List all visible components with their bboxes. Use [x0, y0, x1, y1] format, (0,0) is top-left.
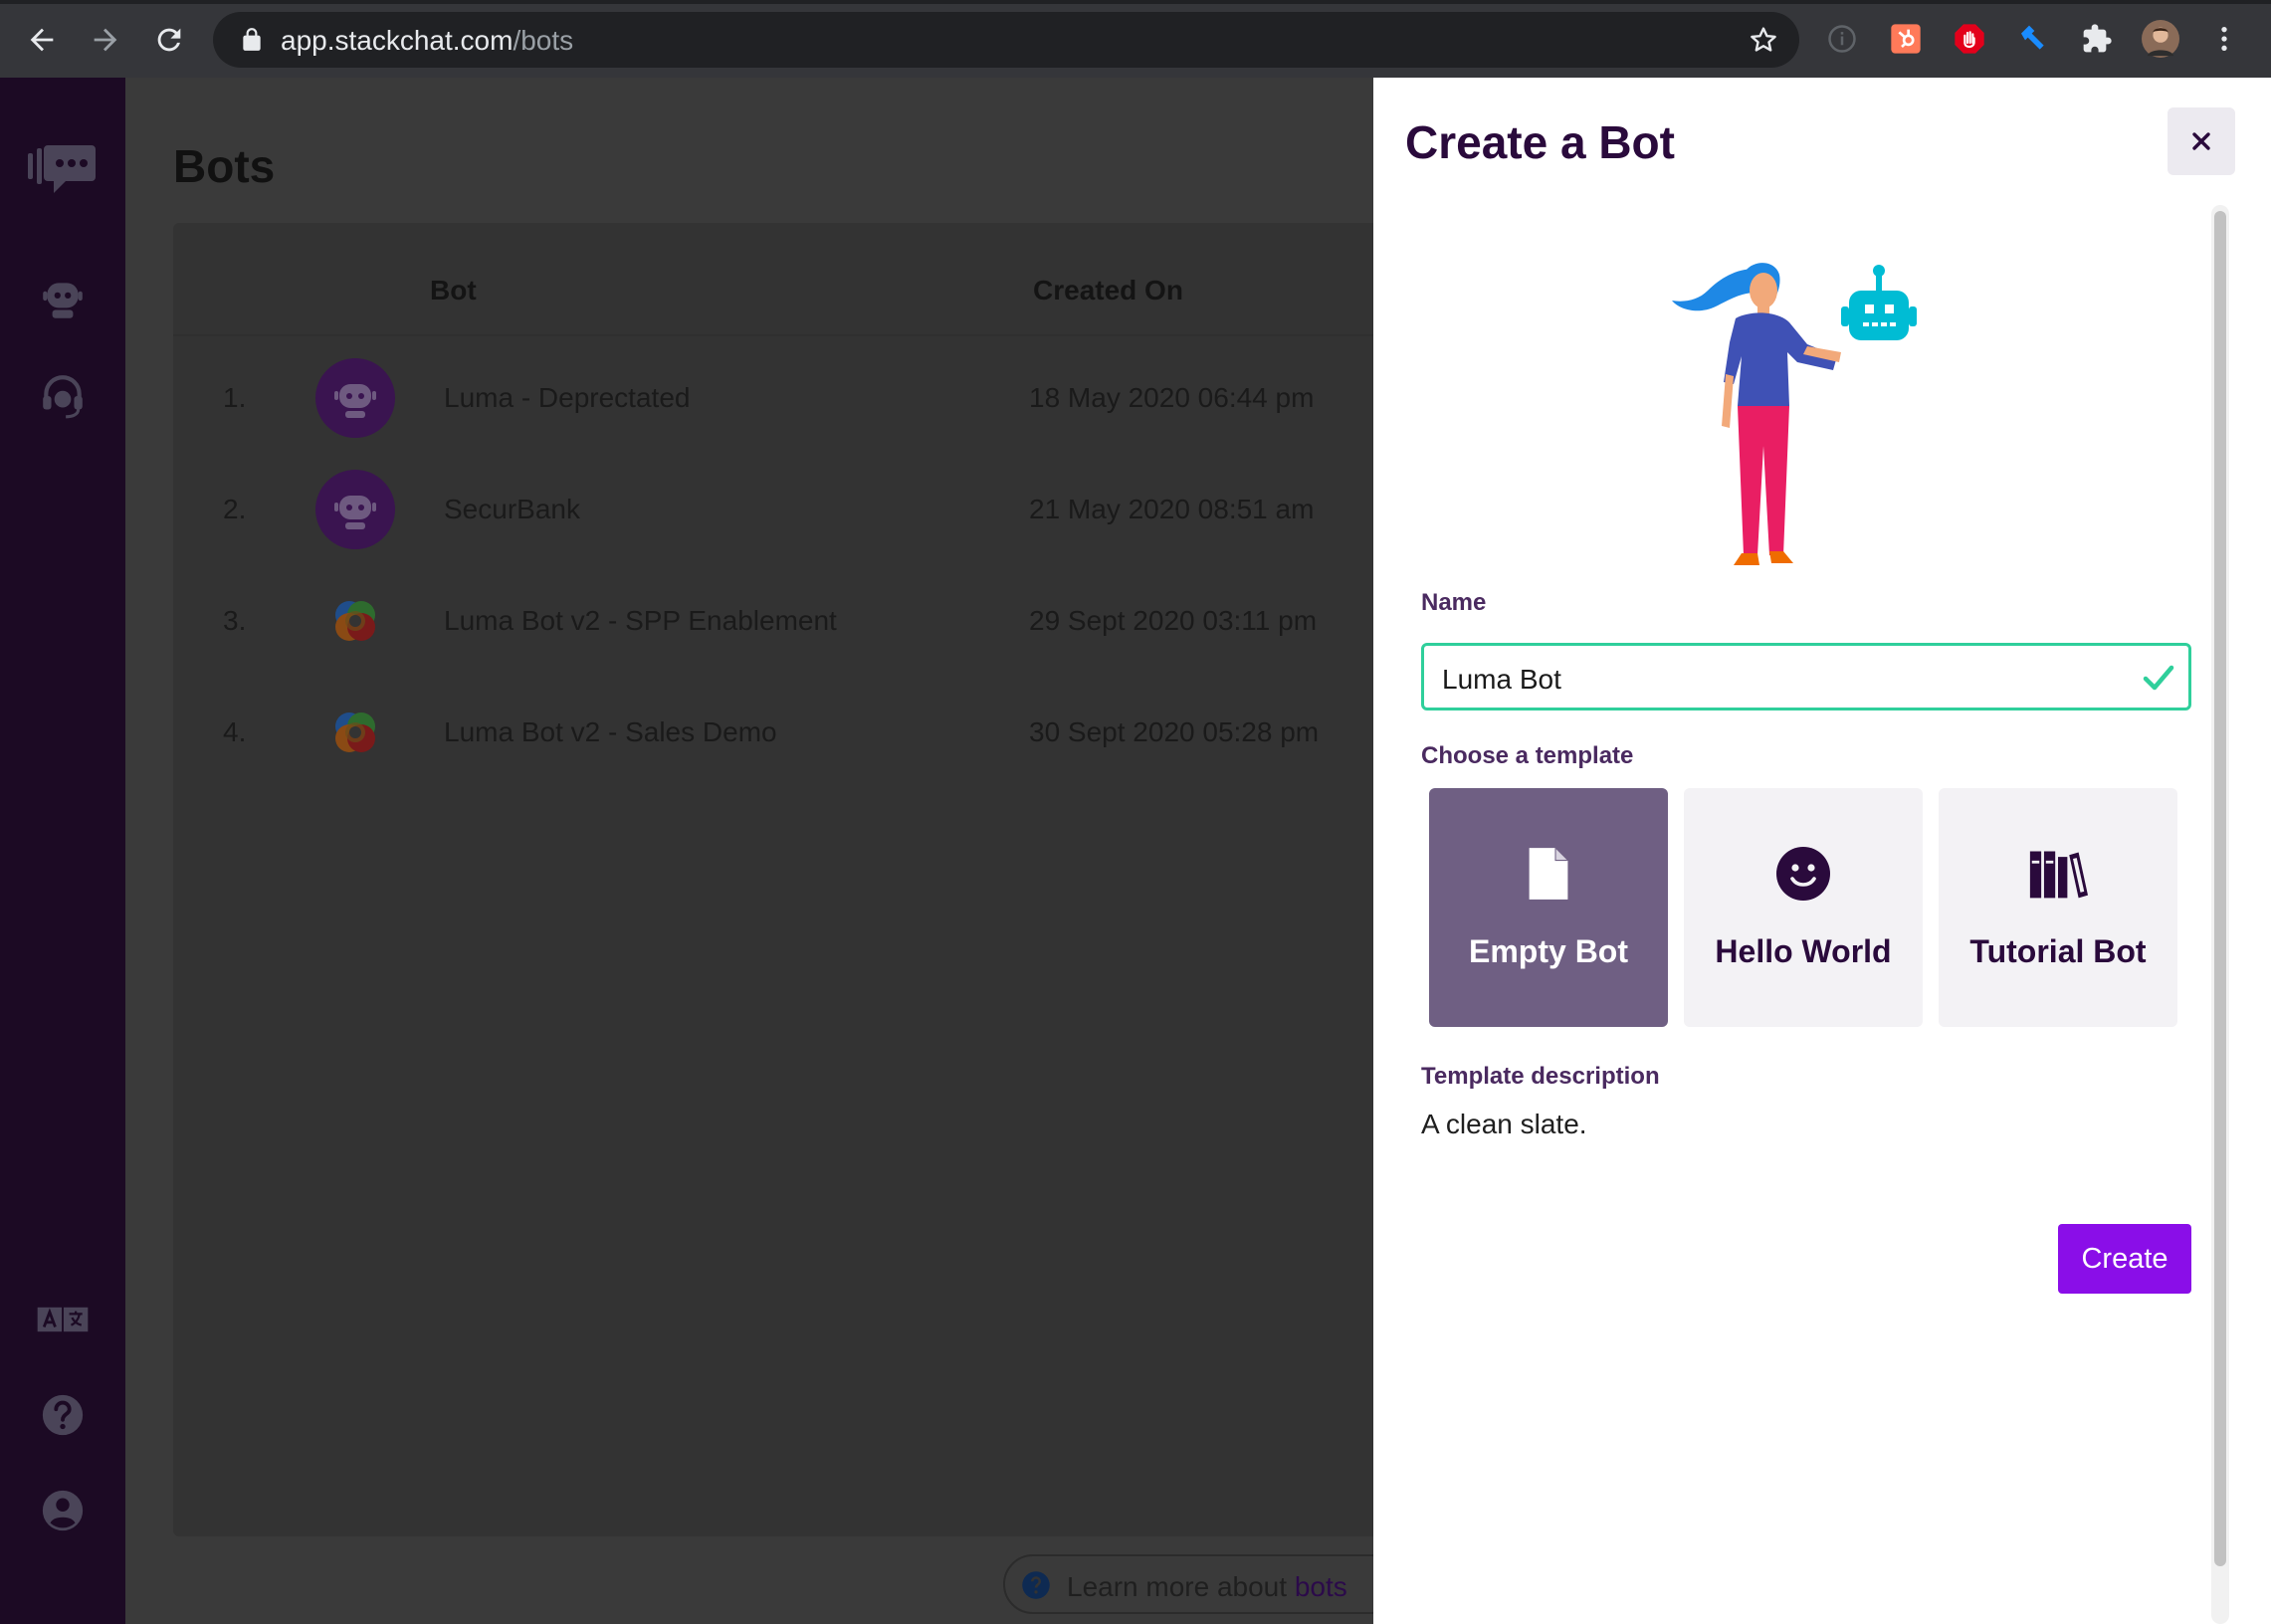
- hubspot-icon: [1891, 24, 1921, 54]
- close-icon: [2192, 132, 2210, 150]
- template-description-label: Template description: [1421, 1063, 1660, 1090]
- column-header-created-on: Created On: [1033, 275, 1183, 305]
- template-label-text: Hello World: [1715, 933, 1892, 969]
- row-number: 2.: [223, 494, 247, 524]
- bot-name[interactable]: Luma - Deprectated: [444, 382, 690, 414]
- url-path: /bots: [513, 25, 574, 56]
- bookmark-star-icon[interactable]: [1748, 24, 1779, 56]
- template-hello-world[interactable]: Hello World: [1684, 788, 1923, 1027]
- puzzle-piece-icon: [2083, 24, 2112, 53]
- more-vertical-icon: [2221, 27, 2227, 51]
- template-tutorial-bot[interactable]: Tutorial Bot: [1939, 788, 2177, 1027]
- browser-toolbar: app.stackchat.com/bots: [0, 0, 2271, 78]
- address-bar[interactable]: app.stackchat.com/bots: [213, 12, 1799, 68]
- help-circle-icon: [1022, 1571, 1050, 1599]
- bot-created-date: 29 Sept 2020 03:11 pm: [1029, 605, 1318, 636]
- nav-language[interactable]: [33, 1290, 93, 1349]
- column-header-bot: Bot: [430, 275, 477, 305]
- translate-icon: [37, 1307, 89, 1332]
- robot-icon: [43, 283, 83, 318]
- bot-name[interactable]: Luma Bot v2 - SPP Enablement: [444, 605, 837, 637]
- books-icon: [2028, 844, 2088, 904]
- table-row[interactable]: 1. Luma - Deprectated 18 May 2020 06:44 …: [173, 342, 1507, 454]
- profile-avatar[interactable]: [2142, 20, 2179, 58]
- extension-adblock[interactable]: [1951, 20, 1988, 58]
- info-circle-icon: [1828, 25, 1856, 53]
- stop-hand-icon: [1955, 24, 1984, 54]
- woman-holding-robot-illustration: [1672, 263, 1917, 565]
- drawer-title: Create a Bot: [1405, 116, 1675, 168]
- chat-logo-icon: [28, 145, 96, 193]
- reload-icon: [157, 28, 181, 52]
- app: Bots Bot Created On 1. Luma - Deprectate…: [0, 78, 2271, 1624]
- create-bot-drawer: Create a Bot Name Luma Bot Choose a temp…: [1373, 78, 2271, 1624]
- headset-icon: [43, 375, 83, 419]
- table-divider: [173, 334, 1507, 336]
- document-icon: [1519, 844, 1578, 904]
- smiley-icon: [1773, 844, 1833, 904]
- template-label: Choose a template: [1421, 742, 1634, 769]
- extension-hubspot[interactable]: [1887, 20, 1925, 58]
- arrow-right-icon: [94, 28, 117, 52]
- stackchat-logo[interactable]: [26, 139, 98, 199]
- learn-more-text: Learn more about bots: [1067, 1571, 1347, 1603]
- browser-menu-button[interactable]: [2205, 20, 2243, 58]
- ring-avatar-icon: [335, 712, 375, 752]
- row-number: 4.: [223, 716, 247, 747]
- bot-created-date: 30 Sept 2020 05:28 pm: [1029, 716, 1320, 747]
- robot-avatar-icon: [315, 470, 395, 549]
- bot-created-date: 18 May 2020 06:44 pm: [1029, 382, 1315, 413]
- template-empty-bot[interactable]: Empty Bot: [1429, 788, 1668, 1027]
- close-button[interactable]: [2168, 107, 2235, 175]
- table-row[interactable]: 2. SecurBank 21 May 2020 08:51 am: [173, 454, 1507, 565]
- sidebar: [0, 78, 125, 1624]
- extension-info[interactable]: [1823, 20, 1861, 58]
- tab-strip: [0, 0, 2271, 4]
- hammer-icon: [2021, 25, 2044, 50]
- name-label: Name: [1421, 589, 1487, 616]
- profile-photo-icon: [2142, 20, 2179, 58]
- template-description: A clean slate.: [1421, 1109, 1587, 1139]
- template-label-text: Empty Bot: [1469, 933, 1628, 969]
- url-host: app.stackchat.com: [281, 25, 514, 56]
- lock-icon: [243, 28, 261, 51]
- bot-name[interactable]: SecurBank: [444, 494, 580, 525]
- create-button[interactable]: Create: [2058, 1224, 2191, 1294]
- bot-name[interactable]: Luma Bot v2 - Sales Demo: [444, 716, 777, 748]
- learn-more-link[interactable]: bots: [1295, 1571, 1347, 1602]
- bots-table: Bot Created On 1. Luma - Deprectated 18 …: [173, 223, 1507, 1536]
- bot-created-date: 21 May 2020 08:51 am: [1029, 494, 1315, 524]
- help-circle-icon: [42, 1394, 84, 1436]
- page-title: Bots: [173, 140, 276, 192]
- robot-avatar-icon: [315, 358, 395, 438]
- back-button[interactable]: [20, 18, 64, 62]
- reload-button[interactable]: [147, 18, 191, 62]
- nav-account[interactable]: [33, 1481, 93, 1540]
- extensions-menu[interactable]: [2078, 20, 2116, 58]
- row-number: 3.: [223, 605, 247, 636]
- user-circle-icon: [42, 1490, 84, 1531]
- name-field-value: Luma Bot: [1442, 664, 1561, 695]
- template-label-text: Tutorial Bot: [1969, 933, 2147, 969]
- nav-bots[interactable]: [33, 269, 93, 328]
- extension-tool[interactable]: [2014, 20, 2052, 58]
- forward-button[interactable]: [84, 18, 127, 62]
- checkmark-icon: [2143, 665, 2174, 691]
- name-field[interactable]: Luma Bot: [1421, 643, 2191, 710]
- learn-more-pill[interactable]: Learn more about bots: [1003, 1554, 1401, 1614]
- table-row[interactable]: 4. Luma Bot v2 - Sales Demo 30 Sept 2020…: [173, 677, 1507, 788]
- url-text: app.stackchat.com/bots: [281, 25, 573, 57]
- nav-support[interactable]: [33, 366, 93, 426]
- nav-help[interactable]: [33, 1385, 93, 1445]
- learn-more-prefix: Learn more about: [1067, 1571, 1295, 1602]
- arrow-left-icon: [30, 28, 54, 52]
- scrollbar-thumb[interactable]: [2214, 211, 2226, 1566]
- row-number: 1.: [223, 382, 247, 413]
- ring-avatar-icon: [335, 601, 375, 641]
- table-row[interactable]: 3. Luma Bot v2 - SPP Enablement 29 Sept …: [173, 565, 1507, 677]
